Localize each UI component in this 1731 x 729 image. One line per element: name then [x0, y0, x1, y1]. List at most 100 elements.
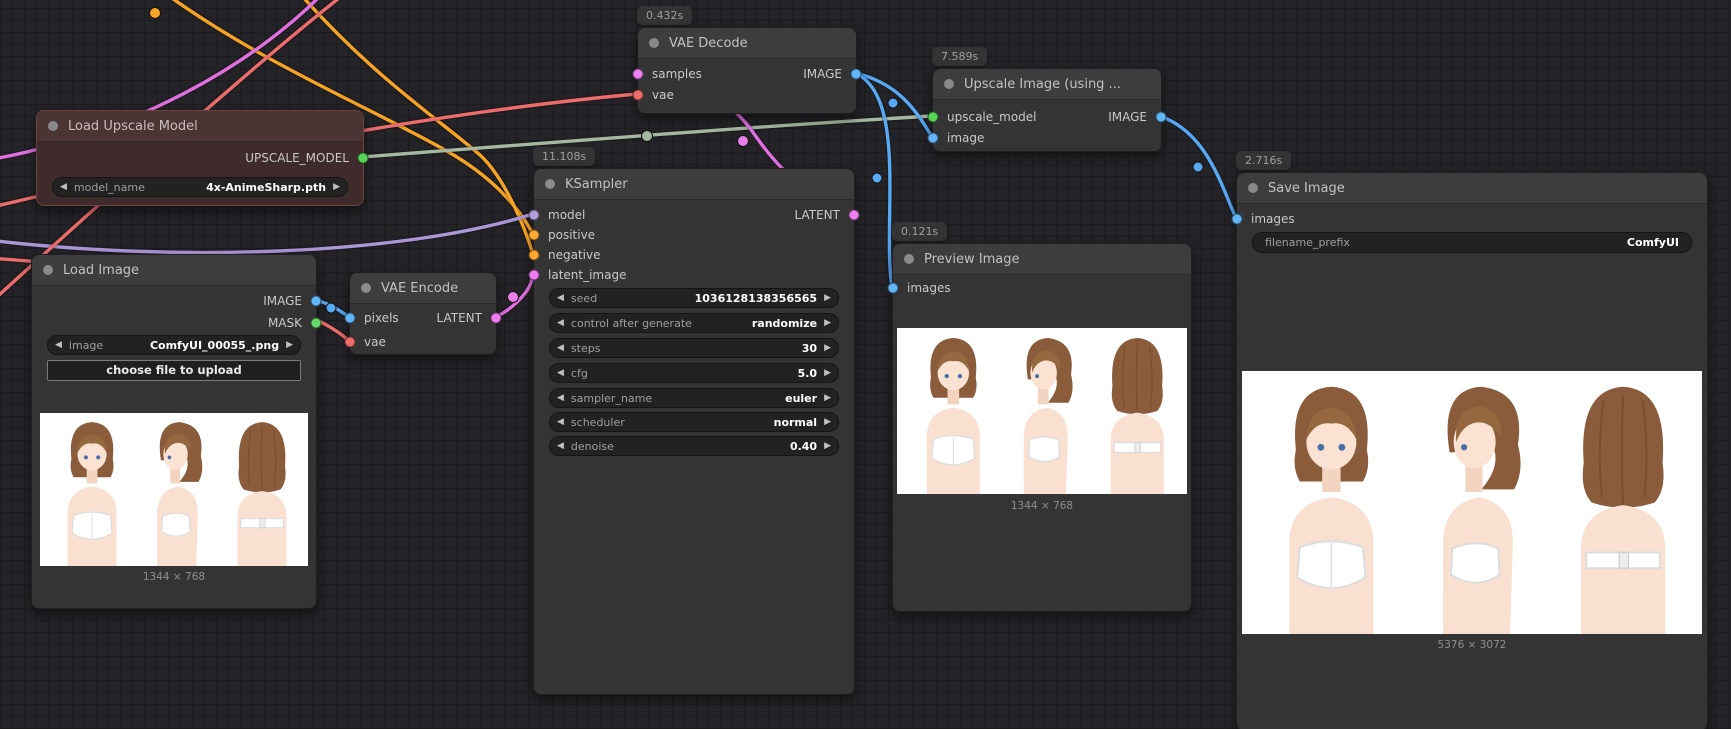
increment-arrow-icon[interactable]: ▶ [817, 314, 838, 332]
decrement-arrow-icon[interactable]: ◀ [550, 413, 571, 431]
output-port-icon[interactable] [490, 312, 502, 324]
input-slot-latent-image[interactable]: latent_image [528, 265, 854, 285]
input-port-icon[interactable] [927, 132, 939, 144]
node-title-bar[interactable]: KSampler [534, 169, 854, 200]
node-title-bar[interactable]: Load Upscale Model [37, 111, 363, 142]
decrement-arrow-icon[interactable]: ◀ [550, 364, 571, 382]
input-port-icon[interactable] [344, 312, 356, 324]
choose-file-button[interactable]: choose file to upload [47, 360, 301, 381]
widget-sampler-name[interactable]: ◀ sampler_name euler ▶ [549, 388, 839, 408]
widget-scheduler[interactable]: ◀ scheduler normal ▶ [549, 412, 839, 432]
decrement-arrow-icon[interactable]: ◀ [550, 289, 571, 307]
decrement-arrow-icon[interactable]: ◀ [48, 336, 69, 354]
node-title-bar[interactable]: Load Image [32, 255, 316, 286]
collapse-dot-icon[interactable] [361, 283, 371, 293]
input-port-icon[interactable] [632, 68, 644, 80]
collapse-dot-icon[interactable] [904, 254, 914, 264]
increment-arrow-icon[interactable]: ▶ [279, 336, 300, 354]
output-slot-latent[interactable]: LATENT [678, 205, 860, 225]
node-preview-image[interactable]: Preview Image images 1344 × 768 [887, 243, 1192, 612]
input-slot-vae[interactable]: vae [632, 85, 856, 105]
widget-image-file[interactable]: ◀ image ComfyUI_00055_.png ▶ [47, 335, 301, 355]
node-title-bar[interactable]: VAE Encode [350, 273, 496, 304]
input-port-icon[interactable] [528, 249, 540, 261]
input-port-icon[interactable] [632, 89, 644, 101]
node-save-image[interactable]: Save Image images filename_prefix ComfyU… [1231, 172, 1708, 729]
collapse-dot-icon[interactable] [944, 79, 954, 89]
widget-model-name[interactable]: ◀ model_name 4x-AnimeSharp.pth ▶ [52, 177, 348, 197]
saved-image-preview [1242, 371, 1702, 634]
collapse-dot-icon[interactable] [1248, 183, 1258, 193]
widget-filename-prefix[interactable]: filename_prefix ComfyUI [1252, 232, 1692, 253]
output-slot-upscale-model[interactable]: UPSCALE_MODEL [37, 148, 369, 168]
node-vae-decode[interactable]: VAE Decode samples IMAGE vae [632, 27, 862, 114]
output-port-icon[interactable] [848, 209, 860, 221]
input-port-icon[interactable] [344, 336, 356, 348]
increment-arrow-icon[interactable]: ▶ [817, 339, 838, 357]
widget-steps[interactable]: ◀ steps 30 ▶ [549, 338, 839, 358]
output-slot-image[interactable]: IMAGE [1093, 107, 1167, 127]
output-port-icon[interactable] [850, 68, 862, 80]
node-load-image[interactable]: Load Image IMAGE MASK ◀ image ComfyUI_00… [31, 254, 322, 609]
output-slot-image[interactable]: IMAGE [747, 64, 862, 84]
input-slot-samples[interactable]: samples [632, 64, 758, 84]
collapse-dot-icon[interactable] [43, 265, 53, 275]
input-port-icon[interactable] [1231, 213, 1243, 225]
input-slot-positive[interactable]: positive [528, 225, 854, 245]
node-load-upscale-model[interactable]: Load Upscale Model UPSCALE_MODEL ◀ model… [36, 110, 369, 206]
input-port-icon[interactable] [887, 282, 899, 294]
execution-time-badge: 11.108s [533, 147, 596, 166]
input-slot-model[interactable]: model [528, 205, 678, 225]
widget-control-after-generate[interactable]: ◀ control after generate randomize ▶ [549, 313, 839, 333]
input-slot-pixels[interactable]: pixels [344, 308, 423, 328]
decrement-arrow-icon[interactable]: ◀ [550, 314, 571, 332]
increment-arrow-icon[interactable]: ▶ [817, 389, 838, 407]
collapse-dot-icon[interactable] [649, 38, 659, 48]
node-title: VAE Encode [381, 280, 459, 296]
node-ksampler[interactable]: KSampler model LATENT positive negative … [528, 168, 860, 695]
image-dimensions-caption: 5376 × 3072 [1437, 639, 1507, 651]
link-midpoint-dot [737, 135, 749, 147]
decrement-arrow-icon[interactable]: ◀ [550, 437, 571, 455]
input-port-icon[interactable] [528, 209, 540, 221]
node-title-bar[interactable]: VAE Decode [638, 28, 856, 59]
input-port-icon[interactable] [528, 229, 540, 241]
node-title-bar[interactable]: Save Image [1237, 173, 1707, 204]
output-slot-mask[interactable]: MASK [32, 313, 322, 333]
input-slot-negative[interactable]: negative [528, 245, 854, 265]
output-port-icon[interactable] [357, 152, 369, 164]
output-slot-latent[interactable]: LATENT [416, 308, 502, 328]
increment-arrow-icon[interactable]: ▶ [817, 413, 838, 431]
node-upscale-image[interactable]: Upscale Image (using ... upscale_model I… [927, 68, 1167, 152]
increment-arrow-icon[interactable]: ▶ [326, 178, 347, 196]
widget-denoise[interactable]: ◀ denoise 0.40 ▶ [549, 436, 839, 456]
widget-seed[interactable]: ◀ seed 1036128138356565 ▶ [549, 288, 839, 308]
decrement-arrow-icon[interactable]: ◀ [550, 339, 571, 357]
output-port-icon[interactable] [1155, 111, 1167, 123]
input-port-icon[interactable] [927, 111, 939, 123]
input-slot-upscale-model[interactable]: upscale_model [927, 107, 1093, 127]
increment-arrow-icon[interactable]: ▶ [817, 289, 838, 307]
node-title: Save Image [1268, 180, 1345, 196]
input-port-icon[interactable] [528, 269, 540, 281]
node-vae-encode[interactable]: VAE Encode pixels LATENT vae [344, 272, 502, 355]
output-port-icon[interactable] [310, 317, 322, 329]
node-graph-canvas[interactable]: 11.108s 0.432s 7.589s 0.121s 2.716s Load… [0, 0, 1731, 729]
node-title-bar[interactable]: Preview Image [893, 244, 1191, 275]
decrement-arrow-icon[interactable]: ◀ [550, 389, 571, 407]
input-slot-image[interactable]: image [927, 128, 1161, 148]
increment-arrow-icon[interactable]: ▶ [817, 437, 838, 455]
increment-arrow-icon[interactable]: ▶ [817, 364, 838, 382]
widget-cfg[interactable]: ◀ cfg 5.0 ▶ [549, 363, 839, 383]
decrement-arrow-icon[interactable]: ◀ [53, 178, 74, 196]
node-title-bar[interactable]: Upscale Image (using ... [933, 69, 1161, 100]
input-slot-vae[interactable]: vae [344, 332, 496, 352]
node-title: Upscale Image (using ... [964, 76, 1121, 92]
execution-time-badge: 7.589s [932, 47, 988, 66]
input-slot-images[interactable]: images [1231, 209, 1707, 229]
collapse-dot-icon[interactable] [545, 179, 555, 189]
collapse-dot-icon[interactable] [48, 121, 58, 131]
output-slot-image[interactable]: IMAGE [32, 291, 322, 311]
output-port-icon[interactable] [310, 295, 322, 307]
input-slot-images[interactable]: images [887, 278, 1191, 298]
